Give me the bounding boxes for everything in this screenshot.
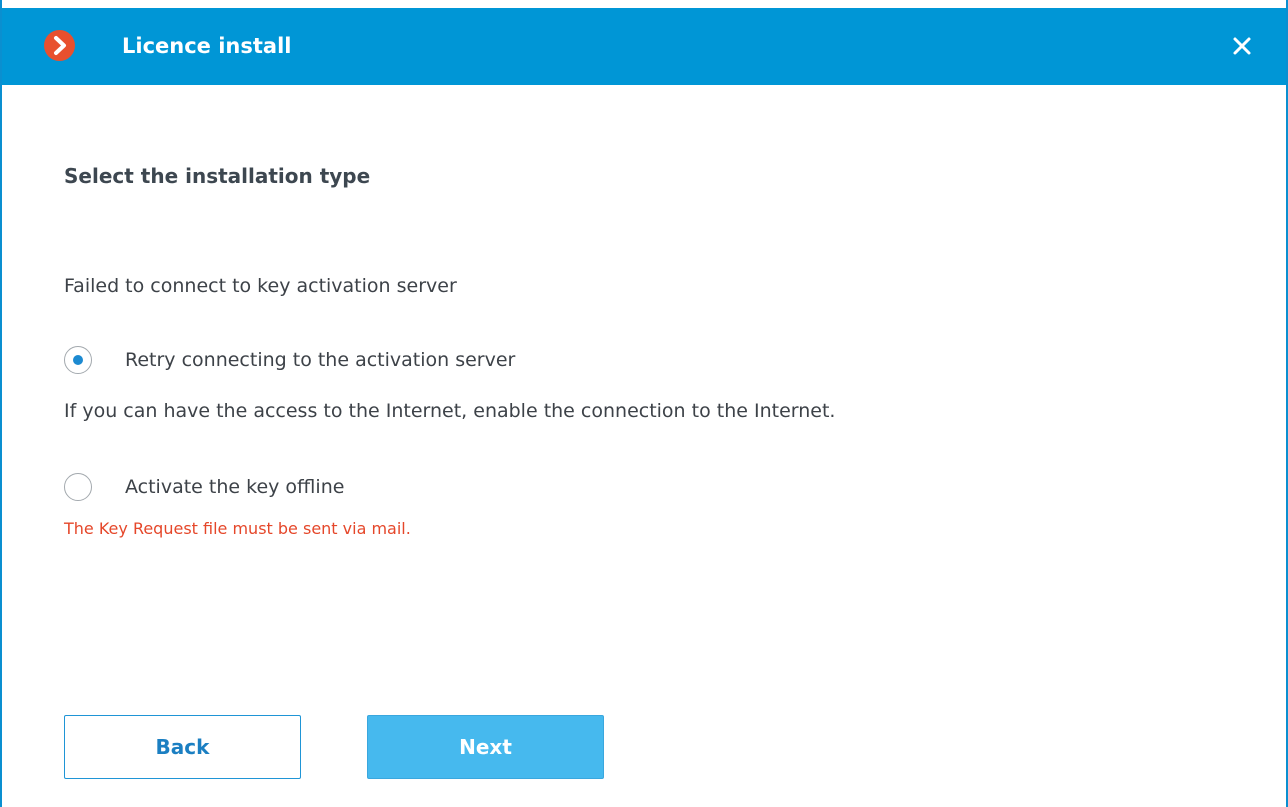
next-button[interactable]: Next bbox=[367, 715, 604, 779]
connection-error-message: Failed to connect to key activation serv… bbox=[64, 275, 457, 297]
title-bar: Licence install bbox=[2, 0, 1286, 85]
option-activate-offline[interactable]: Activate the key offline bbox=[64, 472, 344, 502]
chevron-right-icon bbox=[44, 30, 75, 61]
radio-retry[interactable] bbox=[64, 346, 92, 374]
close-icon[interactable] bbox=[1228, 32, 1256, 60]
licence-install-dialog: Licence install Select the installation … bbox=[0, 0, 1288, 807]
section-heading: Select the installation type bbox=[64, 164, 371, 188]
back-button[interactable]: Back bbox=[64, 715, 301, 779]
option-retry-connection[interactable]: Retry connecting to the activation serve… bbox=[64, 345, 515, 375]
radio-offline[interactable] bbox=[64, 473, 92, 501]
option-retry-label: Retry connecting to the activation serve… bbox=[125, 349, 516, 371]
option-offline-label: Activate the key offline bbox=[125, 476, 345, 498]
radio-selected-dot bbox=[73, 355, 83, 365]
internet-hint-text: If you can have the access to the Intern… bbox=[64, 400, 836, 422]
dialog-title: Licence install bbox=[122, 34, 292, 58]
key-request-warning: The Key Request file must be sent via ma… bbox=[64, 519, 411, 538]
